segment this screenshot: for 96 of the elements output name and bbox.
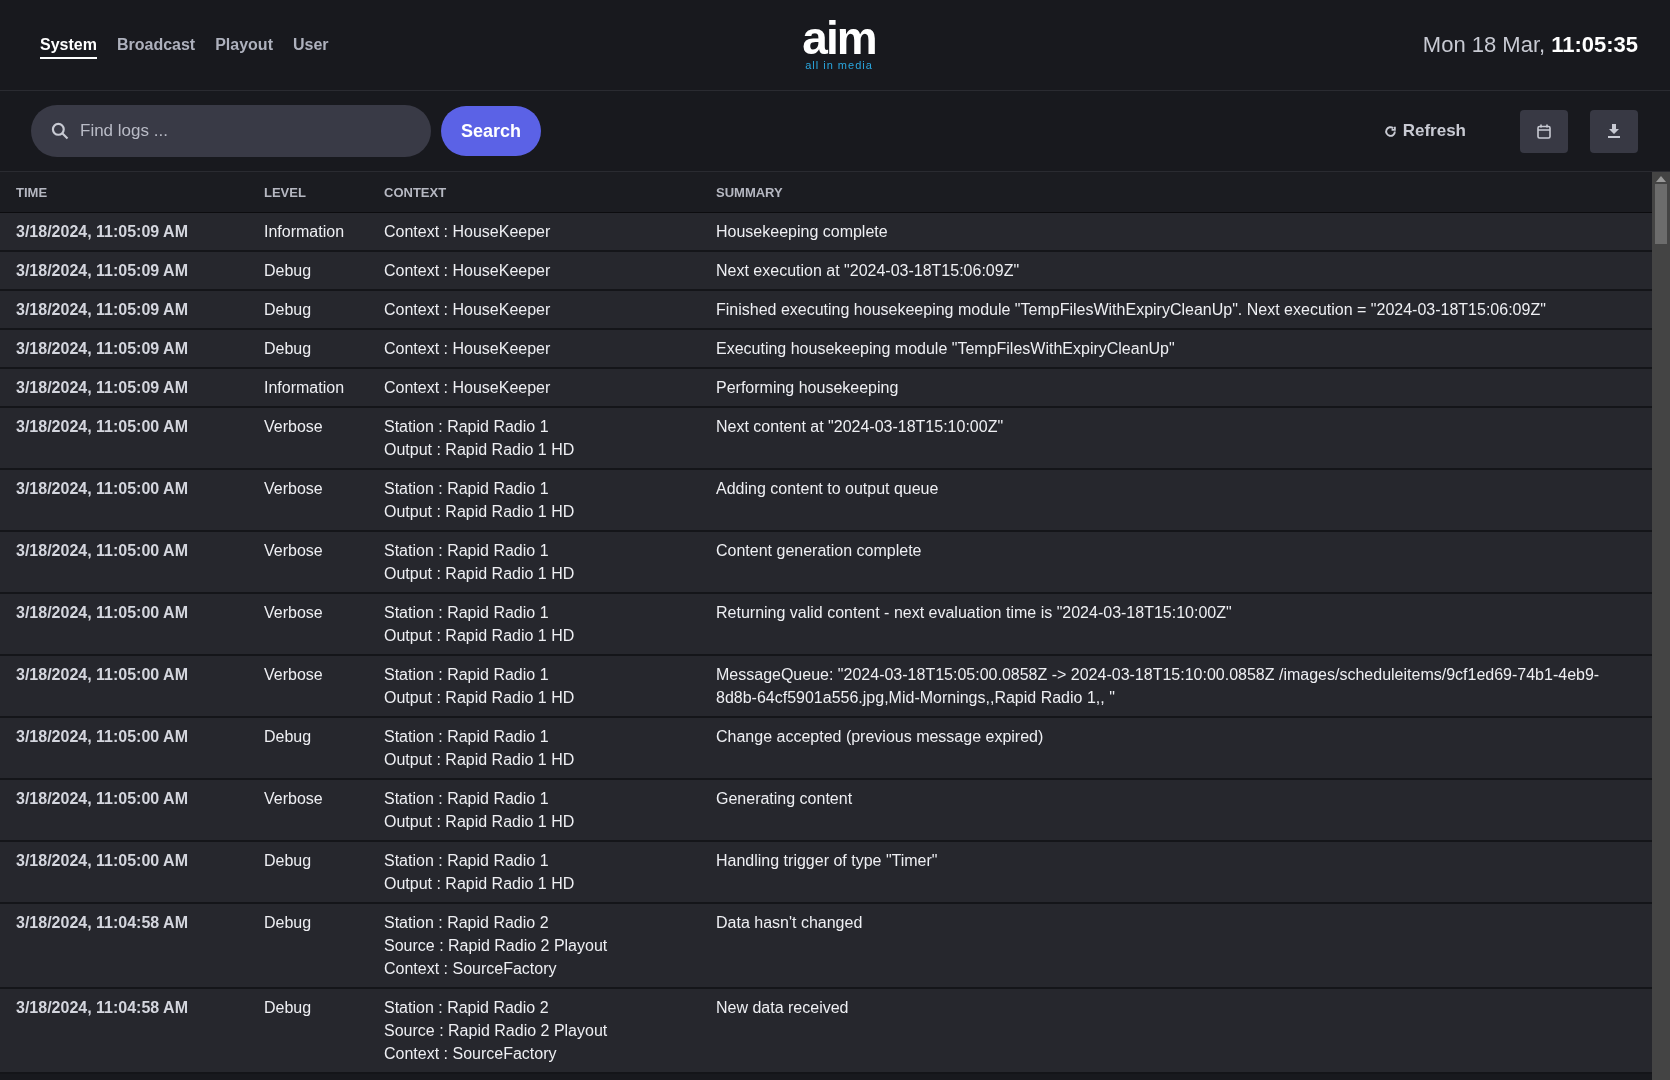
context-line: Output : Rapid Radio 1 HD <box>383 874 576 894</box>
context-line: Output : Rapid Radio 1 HD <box>383 502 576 522</box>
context-line: Station : Rapid Radio 2 <box>383 998 550 1018</box>
context-line: Context : SourceFactory <box>383 1044 558 1064</box>
time-cell-text: 3/18/2024, 11:05:00 AM <box>15 727 189 747</box>
level-cell-text: Verbose <box>263 417 324 437</box>
scrollbar[interactable] <box>1652 172 1670 1080</box>
context-line: Context : HouseKeeper <box>383 261 552 281</box>
nav-tab[interactable]: Playout <box>215 31 273 59</box>
column-header: CONTEXT <box>383 184 448 200</box>
context-line: Output : Rapid Radio 1 HD <box>383 688 576 708</box>
calendar-button[interactable] <box>1520 109 1568 153</box>
context-line: Source : Rapid Radio 2 Playout <box>383 936 609 956</box>
time-cell-text: 3/18/2024, 11:05:00 AM <box>15 541 189 561</box>
context-line: Output : Rapid Radio 1 HD <box>383 440 576 460</box>
time-cell-text: 3/18/2024, 11:05:00 AM <box>15 417 189 437</box>
search-button[interactable]: Search <box>441 106 542 156</box>
level-cell-text: Debug <box>263 851 313 871</box>
time-cell-text: 3/18/2024, 11:05:00 AM <box>15 665 189 685</box>
context-line: Station : Rapid Radio 1 <box>383 603 550 623</box>
level-cell-text: Information <box>263 222 346 242</box>
summary-cell-text: Content generation complete <box>715 541 923 561</box>
time-cell-text: 3/18/2024, 11:05:00 AM <box>15 851 189 871</box>
time-cell-text: 3/18/2024, 11:05:00 AM <box>15 789 189 809</box>
context-line: Context : HouseKeeper <box>383 339 552 359</box>
level-cell-text: Verbose <box>263 665 324 685</box>
scrollbar-thumb[interactable] <box>1655 184 1667 244</box>
column-header: TIME <box>15 184 49 200</box>
summary-cell-text: Executing housekeeping module "TempFilesWithExpiryCleanUp" <box>715 339 1176 359</box>
level-cell-text: Debug <box>263 261 313 281</box>
context-line: Source : Rapid Radio 2 Playout <box>383 1021 609 1041</box>
context-line: Context : HouseKeeper <box>383 300 552 320</box>
download-button[interactable] <box>1590 109 1638 153</box>
context-line: Context : HouseKeeper <box>383 378 552 398</box>
time-cell-text: 3/18/2024, 11:05:00 AM <box>15 479 189 499</box>
context-line: Station : Rapid Radio 1 <box>383 541 550 561</box>
summary-cell-text: Housekeeping complete <box>715 222 889 242</box>
summary-cell-text: Generating content <box>715 789 854 809</box>
context-line: Station : Rapid Radio 1 <box>383 479 550 499</box>
context-line: Output : Rapid Radio 1 HD <box>383 750 576 770</box>
context-line: Context : HouseKeeper <box>383 222 552 242</box>
nav-tab[interactable]: Broadcast <box>116 31 196 59</box>
summary-cell-text: Finished executing housekeeping module "TempFilesWithExpiryCleanUp". Next execution = "2024-03-18T15:06:09Z" <box>715 300 1547 320</box>
time-cell-text: 3/18/2024, 11:05:09 AM <box>15 222 189 242</box>
context-line: Output : Rapid Radio 1 HD <box>383 626 576 646</box>
level-cell-text: Debug <box>263 998 313 1018</box>
refresh-button[interactable]: Refresh <box>1377 120 1472 142</box>
time-cell-text: 3/18/2024, 11:05:09 AM <box>15 261 189 281</box>
logo-wordmark: aim <box>802 18 876 59</box>
clock-date: Mon 18 Mar, <box>1422 32 1546 58</box>
context-line: Context : SourceFactory <box>383 959 558 979</box>
summary-cell-text: Data hasn't changed <box>715 913 864 933</box>
context-line: Output : Rapid Radio 1 HD <box>383 812 576 832</box>
summary-cell-text: Next content at "2024-03-18T15:10:00Z" <box>715 417 1005 437</box>
time-cell-text: 3/18/2024, 11:05:09 AM <box>15 300 189 320</box>
column-header: SUMMARY <box>715 184 784 200</box>
level-cell-text: Verbose <box>263 541 324 561</box>
refresh-icon <box>1383 124 1397 138</box>
column-header: LEVEL <box>263 184 307 200</box>
search-icon <box>50 121 70 141</box>
summary-cell-text: Adding content to output queue <box>715 479 940 499</box>
summary-cell-text: MessageQueue: "2024-03-18T15:05:00.0858Z -> 2024-03-18T15:10:00.0858Z /images/scheduleitems/9cf1ed69-74b1-4eb9-8d8b-64cf5901a556.jpg,Mid-Mornings,,Rapid Radio 1,, " <box>715 665 1601 708</box>
calendar-icon <box>1537 123 1551 139</box>
logo-tagline: all in media <box>805 60 873 72</box>
summary-cell-text: Returning valid content - next evaluation time is "2024-03-18T15:10:00Z" <box>715 603 1233 623</box>
context-line: Station : Rapid Radio 1 <box>383 789 550 809</box>
level-cell-text: Verbose <box>263 479 324 499</box>
level-cell-text: Debug <box>263 913 313 933</box>
summary-cell-text: Performing housekeeping <box>715 378 900 398</box>
nav-tab[interactable]: User <box>292 31 329 59</box>
download-icon <box>1608 124 1620 138</box>
time-cell-text: 3/18/2024, 11:05:09 AM <box>15 339 189 359</box>
nav-tab[interactable]: System <box>40 31 97 59</box>
context-line: Station : Rapid Radio 1 <box>383 727 550 747</box>
summary-cell-text: New data received <box>715 998 850 1018</box>
context-line: Station : Rapid Radio 1 <box>383 851 550 871</box>
summary-cell-text: Handling trigger of type "Timer" <box>715 851 939 871</box>
scroll-up-icon <box>1656 176 1666 182</box>
level-cell-text: Debug <box>263 727 313 747</box>
level-cell-text: Verbose <box>263 603 324 623</box>
time-cell-text: 3/18/2024, 11:05:00 AM <box>15 603 189 623</box>
clock-time: 11:05:35 <box>1551 32 1638 58</box>
context-line: Station : Rapid Radio 1 <box>383 417 550 437</box>
context-line: Output : Rapid Radio 1 HD <box>383 564 576 584</box>
level-cell-text: Verbose <box>263 789 324 809</box>
level-cell-text: Debug <box>263 300 313 320</box>
summary-cell-text: Next execution at "2024-03-18T15:06:09Z" <box>715 261 1021 281</box>
search-field[interactable]: Find logs ... <box>31 105 431 157</box>
context-line: Station : Rapid Radio 1 <box>383 665 550 685</box>
time-cell-text: 3/18/2024, 11:04:58 AM <box>15 998 189 1018</box>
level-cell-text: Debug <box>263 339 313 359</box>
level-cell-text: Information <box>263 378 346 398</box>
time-cell-text: 3/18/2024, 11:04:58 AM <box>15 913 189 933</box>
context-line: Station : Rapid Radio 2 <box>383 913 550 933</box>
time-cell-text: 3/18/2024, 11:05:09 AM <box>15 378 189 398</box>
summary-cell-text: Change accepted (previous message expired) <box>715 727 1045 747</box>
